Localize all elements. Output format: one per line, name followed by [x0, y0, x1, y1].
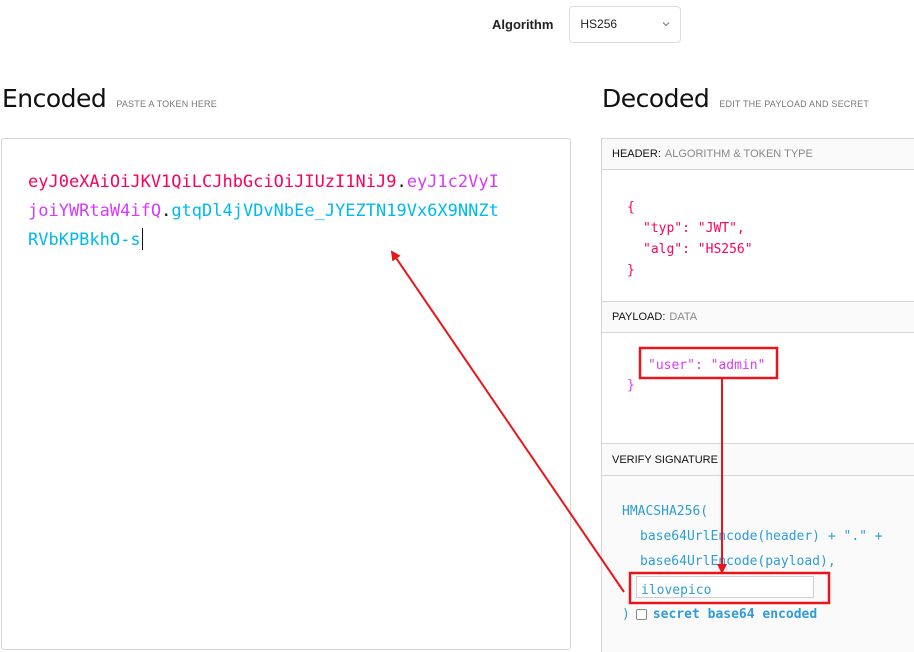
payload-json-editor[interactable]: "user": "admin" }: [602, 333, 914, 444]
text-cursor: [141, 228, 143, 250]
payload-section-title: PAYLOAD: DATA: [602, 302, 914, 333]
encoded-title: Encoded: [2, 84, 107, 113]
header-json-line: "alg": "HS256": [643, 242, 753, 257]
signature-close-paren: ): [622, 607, 630, 622]
signature-line: base64UrlEncode(payload),: [640, 554, 836, 569]
signature-close-row: ) secret base64 encoded: [622, 602, 817, 627]
token-text[interactable]: eyJ0eXAiOiJKV1QiLCJhbGciOiJIUzI1NiJ9.eyJ…: [28, 168, 508, 255]
algorithm-bar: Algorithm HS256: [492, 5, 682, 43]
secret-base64-label: secret base64 encoded: [652, 607, 818, 622]
payload-json-line: "user": "admin": [648, 358, 766, 373]
secret-base64-checkbox[interactable]: [635, 609, 647, 620]
header-json-line: {: [627, 200, 635, 215]
encoded-heading: Encoded PASTE A TOKEN HERE: [2, 84, 217, 113]
signature-line: HMACSHA256(: [622, 504, 709, 519]
payload-label: PAYLOAD:: [612, 311, 666, 323]
algorithm-label: Algorithm: [492, 16, 554, 32]
decoded-title: Decoded: [602, 84, 710, 113]
signature-body: HMACSHA256( base64UrlEncode(header) + ".…: [602, 475, 914, 652]
decoded-hint: EDIT THE PAYLOAD AND SECRET: [719, 99, 870, 109]
algorithm-selected-value: HS256: [580, 17, 618, 31]
header-json-line: }: [627, 263, 635, 278]
decoded-heading: Decoded EDIT THE PAYLOAD AND SECRET: [602, 84, 869, 113]
secret-input[interactable]: ilovepico: [636, 576, 814, 598]
header-sublabel: ALGORITHM & TOKEN TYPE: [664, 148, 813, 160]
token-dot: .: [161, 201, 172, 221]
signature-section-title: VERIFY SIGNATURE: [602, 444, 914, 475]
token-dot: .: [396, 172, 407, 192]
encoded-hint: PASTE A TOKEN HERE: [116, 99, 217, 109]
payload-json-close: }: [627, 378, 635, 393]
payload-sublabel: DATA: [669, 311, 698, 323]
header-label: HEADER:: [612, 148, 661, 160]
algorithm-select[interactable]: HS256: [569, 5, 682, 43]
signature-line: base64UrlEncode(header) + "." +: [640, 529, 883, 544]
chevron-down-icon: [663, 21, 670, 26]
header-section-title: HEADER: ALGORITHM & TOKEN TYPE: [602, 139, 914, 170]
header-json-editor[interactable]: { "typ": "JWT", "alg": "HS256" }: [602, 170, 914, 302]
decoded-panel: HEADER: ALGORITHM & TOKEN TYPE { "typ": …: [601, 138, 914, 652]
token-header-part: eyJ0eXAiOiJKV1QiLCJhbGciOiJIUzI1NiJ9: [28, 172, 397, 192]
signature-label: VERIFY SIGNATURE: [612, 453, 718, 466]
encoded-token-editor[interactable]: eyJ0eXAiOiJKV1QiLCJhbGciOiJIUzI1NiJ9.eyJ…: [1, 138, 571, 650]
header-json-line: "typ": "JWT",: [643, 221, 745, 236]
